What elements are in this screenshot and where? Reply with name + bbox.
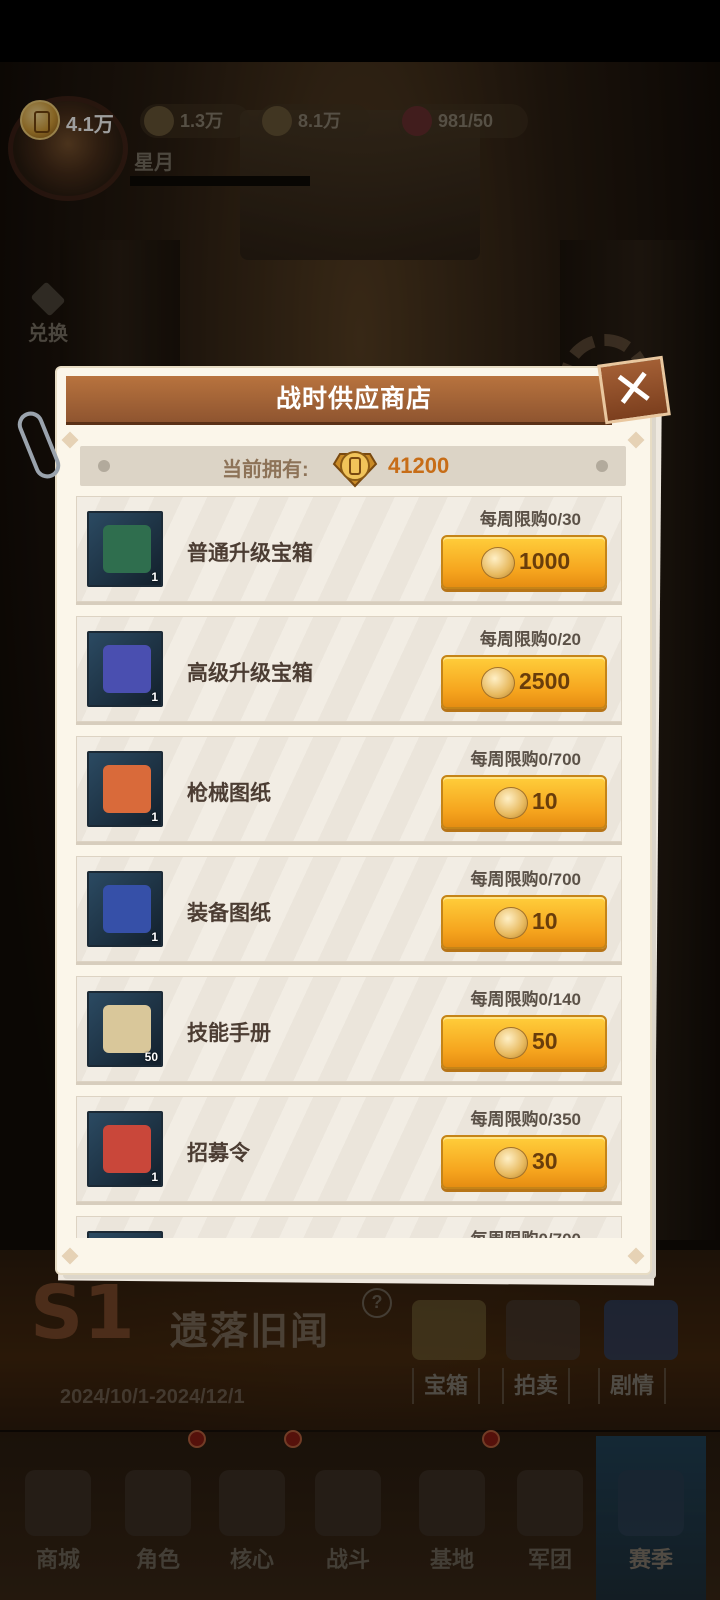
item-name: 招募令 <box>187 1142 250 1165</box>
item-name: 普通升级宝箱 <box>187 542 313 565</box>
balance-label: 当前拥有: <box>222 459 309 481</box>
buy-button[interactable]: 30 <box>441 1135 607 1189</box>
coin-icon <box>494 1147 528 1179</box>
shop-item-row: 每周限购0/700 <box>76 1216 622 1238</box>
item-count: 1 <box>151 690 158 704</box>
modal-title: 战时供应商店 <box>275 385 432 413</box>
buy-price: 30 <box>532 1148 558 1174</box>
coin-icon <box>481 547 515 579</box>
item-icon[interactable] <box>87 1231 163 1238</box>
item-weekly-limit: 每周限购0/140 <box>470 990 581 1009</box>
item-name: 高级升级宝箱 <box>187 662 313 685</box>
item-icon[interactable]: 1 <box>87 511 163 587</box>
item-weekly-limit: 每周限购0/700 <box>470 870 581 889</box>
buy-price: 50 <box>532 1028 558 1054</box>
item-icon[interactable]: 50 <box>87 991 163 1067</box>
shop-item-list[interactable]: 1 普通升级宝箱 每周限购0/30 1000 1 高级升级宝箱 每周限购0/20 2500 1 枪… <box>76 496 624 1238</box>
coin-icon <box>494 1027 528 1059</box>
buy-button[interactable]: 1000 <box>441 535 607 589</box>
item-glyph-icon <box>103 885 151 933</box>
item-name: 枪械图纸 <box>187 782 271 805</box>
buy-button[interactable]: 50 <box>441 1015 607 1069</box>
shop-item-row: 1 普通升级宝箱 每周限购0/30 1000 <box>76 496 622 602</box>
buy-button[interactable]: 2500 <box>441 655 607 709</box>
close-icon: ✕ <box>609 357 659 421</box>
buy-button[interactable]: 10 <box>441 775 607 829</box>
item-name: 技能手册 <box>187 1022 271 1045</box>
item-glyph-icon <box>103 1005 151 1053</box>
item-glyph-icon <box>103 1125 151 1173</box>
item-count: 1 <box>151 810 158 824</box>
shop-item-row: 1 枪械图纸 每周限购0/700 10 <box>76 736 622 842</box>
item-weekly-limit: 每周限购0/700 <box>470 750 581 769</box>
item-weekly-limit: 每周限购0/700 <box>470 1225 581 1238</box>
buy-button[interactable]: 10 <box>441 895 607 949</box>
item-weekly-limit: 每周限购0/20 <box>479 630 581 649</box>
bolt-icon <box>596 460 608 472</box>
item-weekly-limit: 每周限购0/30 <box>479 510 581 529</box>
item-count: 1 <box>151 930 158 944</box>
item-glyph-icon <box>103 645 151 693</box>
shop-item-row: 1 装备图纸 每周限购0/700 10 <box>76 856 622 962</box>
item-count: 1 <box>151 1170 158 1184</box>
buy-price: 10 <box>532 788 558 814</box>
item-icon[interactable]: 1 <box>87 1111 163 1187</box>
close-button[interactable]: ✕ <box>597 355 671 425</box>
item-icon[interactable]: 1 <box>87 871 163 947</box>
war-coin-icon <box>332 451 378 488</box>
buy-price: 1000 <box>519 548 571 574</box>
item-icon[interactable]: 1 <box>87 631 163 707</box>
item-glyph-icon <box>103 765 151 813</box>
item-glyph-icon <box>103 525 151 573</box>
buy-price: 2500 <box>519 668 571 694</box>
item-weekly-limit: 每周限购0/350 <box>470 1110 581 1129</box>
item-count: 50 <box>144 1050 158 1064</box>
balance-value: 41200 <box>388 453 450 478</box>
shop-item-row: 1 招募令 每周限购0/350 30 <box>76 1096 622 1202</box>
item-name: 装备图纸 <box>187 902 271 925</box>
buy-price: 10 <box>532 908 558 934</box>
coin-icon <box>494 787 528 819</box>
coin-icon <box>494 907 528 939</box>
coin-icon <box>481 667 515 699</box>
item-count: 1 <box>151 570 158 584</box>
shop-item-row: 50 技能手册 每周限购0/140 50 <box>76 976 622 1082</box>
bolt-icon <box>98 460 110 472</box>
shop-item-row: 1 高级升级宝箱 每周限购0/20 2500 <box>76 616 622 722</box>
item-icon[interactable]: 1 <box>87 751 163 827</box>
